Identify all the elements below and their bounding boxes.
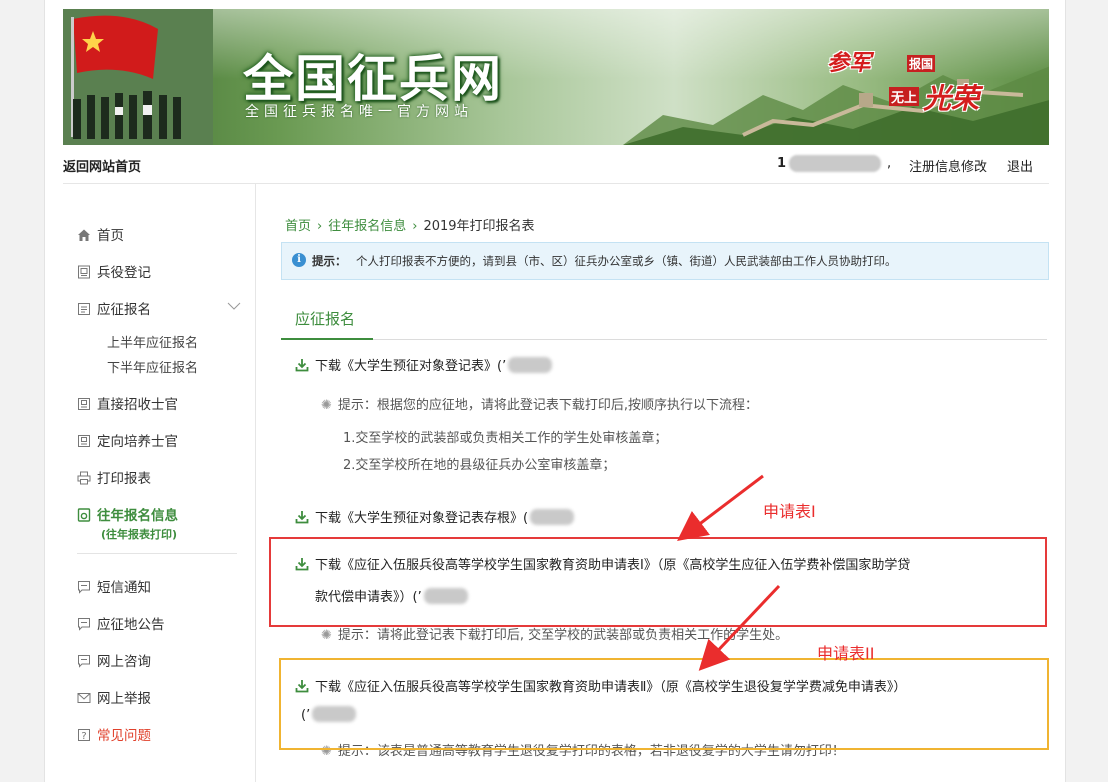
arrow-2 <box>698 584 781 671</box>
annotation-arrows <box>677 474 781 671</box>
arrow-1 <box>677 474 764 542</box>
page-container: 全国征兵网 全国征兵报名唯一官方网站 参军 报国 无上 光荣 返回网站首页 1 … <box>44 0 1066 782</box>
